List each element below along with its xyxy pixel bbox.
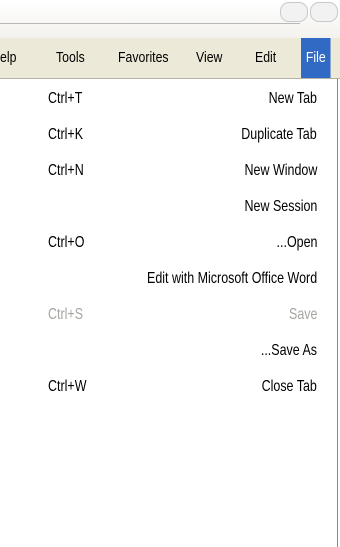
shortcut-label: Ctrl+W xyxy=(48,378,87,395)
shortcut-label: Ctrl+O xyxy=(48,234,85,251)
menu-item-label: New Session xyxy=(244,198,317,215)
window-control-button[interactable] xyxy=(310,2,338,22)
menu-item-label: Close Tab xyxy=(261,378,317,395)
window-chrome xyxy=(0,0,340,38)
shortcut-label: Ctrl+K xyxy=(48,126,84,143)
chrome-divider xyxy=(0,23,300,24)
menu-item-label: New Tab xyxy=(268,90,317,107)
file-menu-dropdown: Ctrl+T New Tab Ctrl+K Duplicate Tab Ctrl… xyxy=(0,79,338,547)
menu-tools[interactable]: Tools xyxy=(56,38,85,78)
menu-edit[interactable]: Edit xyxy=(255,38,276,78)
menu-item-new-session[interactable]: New Session xyxy=(0,189,335,225)
menu-item-new-tab[interactable]: Ctrl+T New Tab xyxy=(0,81,335,117)
window-control-button[interactable] xyxy=(280,2,308,22)
menu-help[interactable]: elp xyxy=(0,38,16,78)
menu-item-label: ...Open xyxy=(276,234,317,251)
menu-favorites[interactable]: Favorites xyxy=(118,38,169,78)
menu-item-edit-with-word[interactable]: Edit with Microsoft Office Word xyxy=(0,261,335,297)
menu-item-label: Duplicate Tab xyxy=(241,126,317,143)
menu-item-close-tab[interactable]: Ctrl+W Close Tab xyxy=(0,369,335,405)
menu-item-duplicate-tab[interactable]: Ctrl+K Duplicate Tab xyxy=(0,117,335,153)
menu-file[interactable]: File xyxy=(301,38,331,78)
menu-view[interactable]: View xyxy=(196,38,222,78)
shortcut-label: Ctrl+N xyxy=(48,162,84,179)
shortcut-label: Ctrl+S xyxy=(48,306,84,323)
menu-item-label: Edit with Microsoft Office Word xyxy=(146,270,317,287)
menu-item-label: New Window xyxy=(244,162,317,179)
menu-item-save-as[interactable]: ...Save As xyxy=(0,333,335,369)
shortcut-label: Ctrl+T xyxy=(48,90,83,107)
menu-item-save: Ctrl+S Save xyxy=(0,297,335,333)
menu-item-label: Save xyxy=(288,306,317,323)
menu-item-new-window[interactable]: Ctrl+N New Window xyxy=(0,153,335,189)
menu-bar: elp Tools Favorites View Edit File xyxy=(0,38,340,79)
menu-item-open[interactable]: Ctrl+O ...Open xyxy=(0,225,335,261)
menu-item-label: ...Save As xyxy=(260,342,317,359)
